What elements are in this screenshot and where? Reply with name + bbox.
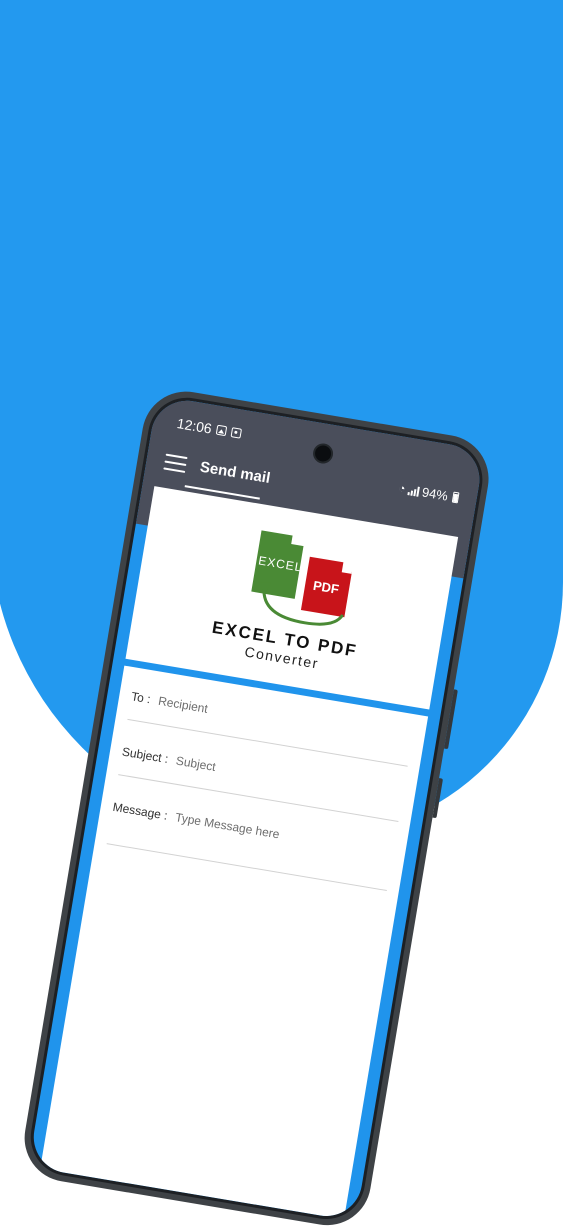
message-label: Message :: [111, 799, 169, 823]
status-bar-right: ◔ 94%: [397, 481, 460, 506]
app-bar: Send mail: [163, 453, 271, 487]
hamburger-menu-icon[interactable]: [163, 453, 188, 473]
subject-input[interactable]: [174, 753, 404, 806]
battery-icon: [451, 491, 460, 504]
recipient-input[interactable]: [157, 693, 413, 750]
app-bar-title: Send mail: [198, 458, 272, 487]
wifi-icon: ◔: [397, 482, 407, 495]
status-bar-left: 12:06: [176, 415, 243, 442]
to-label: To :: [130, 689, 152, 707]
camera-notification-icon: [230, 427, 243, 439]
excel-to-pdf-logo-icon: EXCEL PDF: [251, 530, 353, 626]
status-time: 12:06: [175, 415, 213, 437]
battery-percent: 94%: [420, 484, 449, 504]
gallery-notification-icon: [215, 424, 228, 437]
front-camera: [313, 444, 333, 463]
message-input[interactable]: [174, 810, 395, 861]
subject-label: Subject :: [120, 744, 170, 767]
signal-icon: [407, 485, 420, 497]
mail-form: To : Subject : Message :: [40, 665, 429, 1220]
